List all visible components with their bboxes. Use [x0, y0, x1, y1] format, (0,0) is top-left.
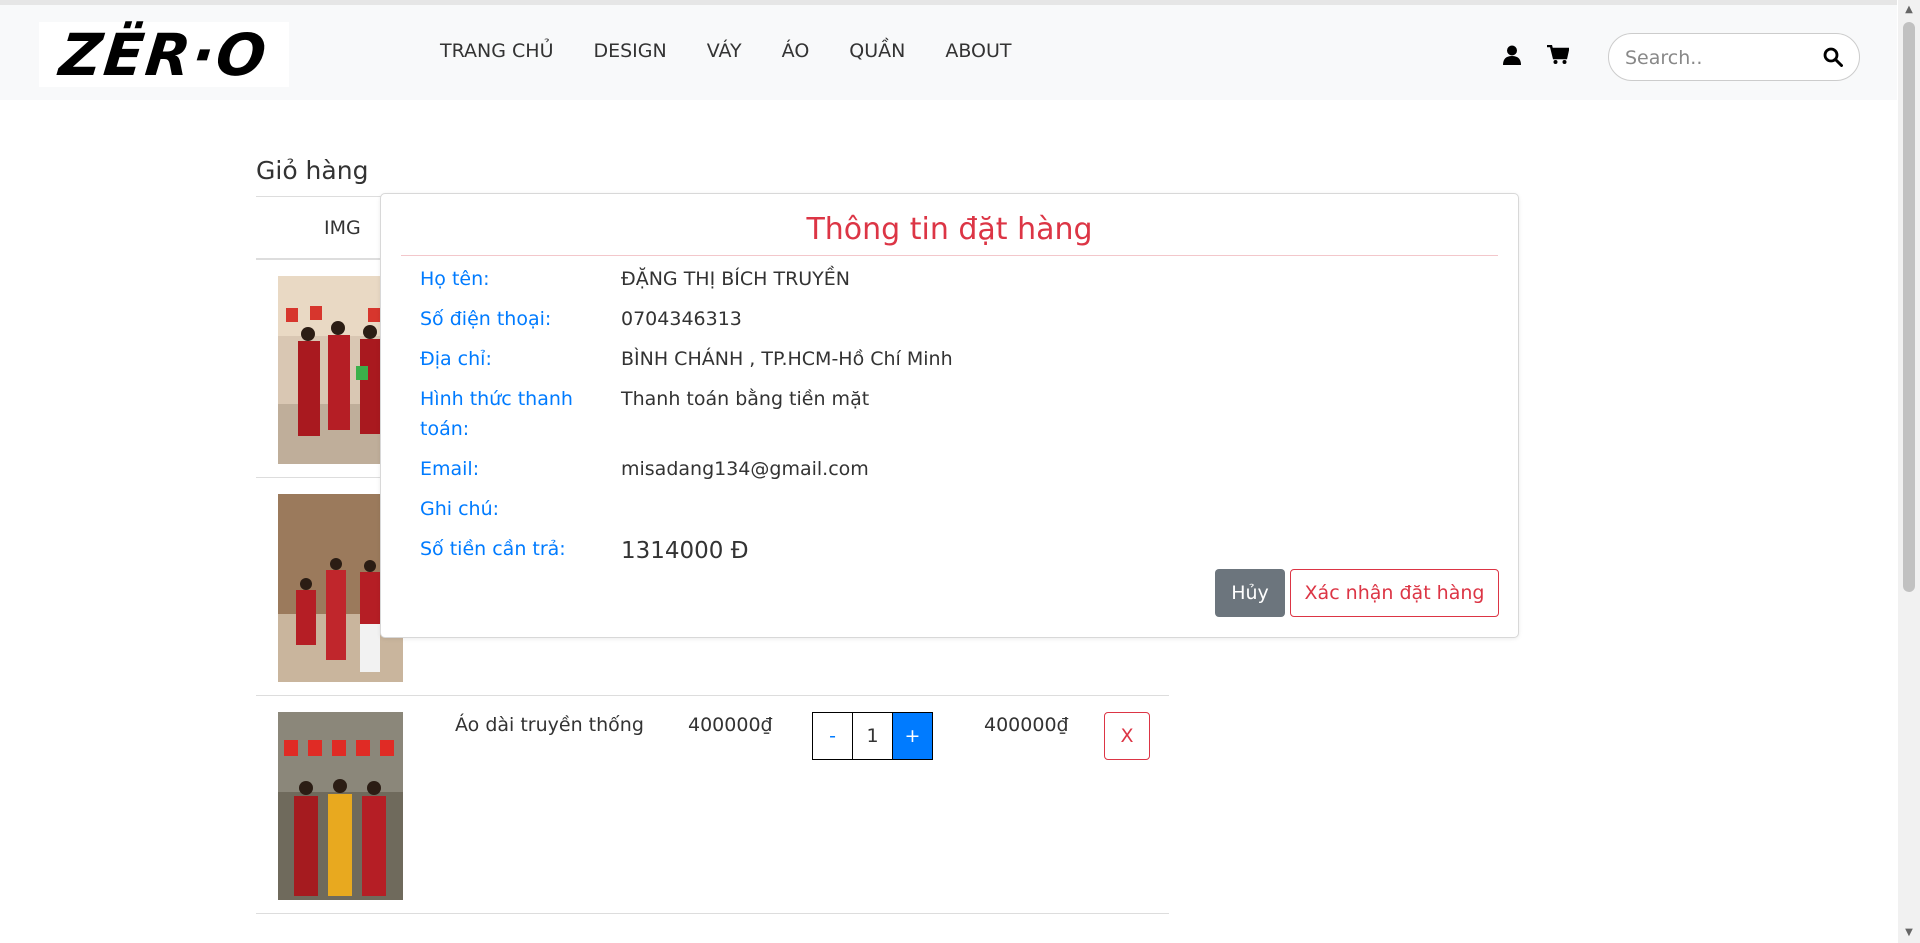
- scroll-down-icon[interactable]: ▼: [1903, 927, 1915, 939]
- product-image: [278, 712, 403, 900]
- brand-logo[interactable]: ZËR·O: [39, 20, 289, 89]
- nav-icons: [1500, 43, 1570, 67]
- field-value-phone: 0704346313: [621, 308, 742, 330]
- increase-qty-button[interactable]: +: [892, 712, 933, 760]
- decrease-qty-button[interactable]: -: [812, 712, 853, 760]
- field-label-amount: Số tiền cần trả:: [420, 538, 566, 560]
- modal-title: Thông tin đặt hàng: [401, 212, 1498, 256]
- nav-design[interactable]: DESIGN: [593, 40, 666, 62]
- user-icon[interactable]: [1500, 43, 1524, 67]
- field-label-address: Địa chỉ:: [420, 348, 492, 370]
- logo-text: ZËR·O: [56, 20, 272, 89]
- nav-pants[interactable]: QUẦN: [849, 40, 905, 62]
- nav-about[interactable]: ABOUT: [945, 40, 1011, 62]
- search-icon[interactable]: [1823, 47, 1843, 71]
- cart-row: Áo dài truyền thống 400000₫ - 1 + 400000…: [256, 696, 1169, 914]
- cancel-button[interactable]: Hủy: [1215, 569, 1285, 617]
- confirm-order-button[interactable]: Xác nhận đặt hàng: [1290, 569, 1499, 617]
- field-label-payment: Hình thức thanh toán:: [420, 388, 573, 440]
- cart-title: Giỏ hàng: [256, 156, 369, 185]
- field-label-name: Họ tên:: [420, 268, 490, 290]
- search-box: [1608, 33, 1860, 81]
- field-label-phone: Số điện thoại:: [420, 308, 552, 330]
- scroll-thumb[interactable]: [1903, 22, 1915, 592]
- navbar: ZËR·O TRANG CHỦ DESIGN VÁY ÁO QUẦN ABOUT: [0, 0, 1897, 100]
- remove-item-button[interactable]: X: [1104, 712, 1150, 760]
- cart-icon[interactable]: [1546, 43, 1570, 67]
- qty-value[interactable]: 1: [852, 712, 893, 760]
- scroll-up-icon[interactable]: ▲: [1903, 4, 1915, 16]
- main-nav: TRANG CHỦ DESIGN VÁY ÁO QUẦN ABOUT: [440, 40, 1052, 62]
- nav-home[interactable]: TRANG CHỦ: [440, 40, 553, 62]
- nav-dresses[interactable]: VÁY: [707, 40, 742, 62]
- field-value-address: BÌNH CHÁNH , TP.HCM-Hồ Chí Minh: [621, 348, 953, 370]
- order-info-modal: Thông tin đặt hàng Họ tên: ĐẶNG THỊ BÍCH…: [380, 193, 1519, 638]
- product-price: 400000₫: [688, 714, 773, 736]
- product-name[interactable]: Áo dài truyền thống: [455, 714, 644, 736]
- line-total: 400000₫: [984, 714, 1069, 736]
- page-scrollbar[interactable]: ▲ ▼: [1898, 0, 1920, 943]
- field-value-amount: 1314000 Đ: [621, 538, 749, 564]
- field-label-note: Ghi chú:: [420, 498, 500, 520]
- field-value-name: ĐẶNG THỊ BÍCH TRUYỀN: [621, 268, 851, 290]
- field-label-email: Email:: [420, 458, 480, 480]
- search-input[interactable]: [1625, 46, 1815, 70]
- quantity-stepper: - 1 +: [812, 712, 933, 760]
- col-img-header: IMG: [324, 217, 361, 239]
- field-value-email: misadang134@gmail.com: [621, 458, 869, 480]
- nav-shirts[interactable]: ÁO: [782, 40, 810, 62]
- field-value-payment: Thanh toán bằng tiền mặt: [621, 388, 870, 410]
